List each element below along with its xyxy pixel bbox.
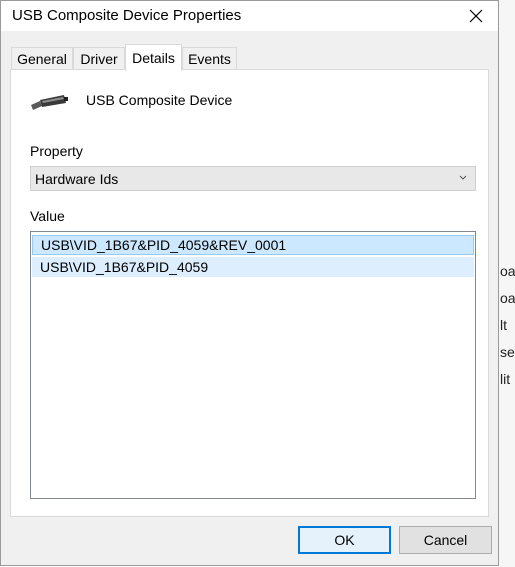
property-label: Property (30, 143, 83, 159)
chevron-down-icon (459, 175, 467, 180)
list-item[interactable]: USB\VID_1B67&PID_4059 (32, 257, 474, 277)
property-selected-value: Hardware Ids (35, 170, 119, 187)
device-name: USB Composite Device (86, 92, 233, 108)
tab-driver[interactable]: Driver (73, 47, 125, 69)
ok-button[interactable]: OK (298, 526, 391, 554)
usb-plug-icon (30, 93, 70, 116)
properties-dialog: USB Composite Device Properties General … (0, 0, 499, 566)
close-button[interactable] (454, 1, 498, 31)
background-window (499, 0, 515, 567)
value-label: Value (30, 208, 65, 224)
background-text-fragment: oa (500, 263, 515, 279)
close-icon (469, 9, 483, 23)
list-item[interactable]: USB\VID_1B67&PID_4059&REV_0001 (32, 235, 474, 255)
background-text-fragment: se (500, 344, 515, 360)
value-listbox[interactable]: USB\VID_1B67&PID_4059&REV_0001 USB\VID_1… (30, 231, 476, 499)
title-bar[interactable]: USB Composite Device Properties (1, 1, 498, 31)
tab-general[interactable]: General (11, 47, 73, 69)
dialog-title: USB Composite Device Properties (12, 7, 242, 24)
details-tab-panel: USB Composite Device Property Hardware I… (10, 69, 489, 517)
background-text-fragment: oa (500, 290, 515, 306)
background-text-fragment: lit (500, 371, 511, 387)
property-dropdown[interactable]: Hardware Ids (30, 166, 476, 191)
background-text-fragment: lt (500, 317, 507, 333)
tab-events[interactable]: Events (182, 47, 237, 69)
cancel-button[interactable]: Cancel (399, 526, 492, 554)
tab-details[interactable]: Details (125, 44, 182, 71)
